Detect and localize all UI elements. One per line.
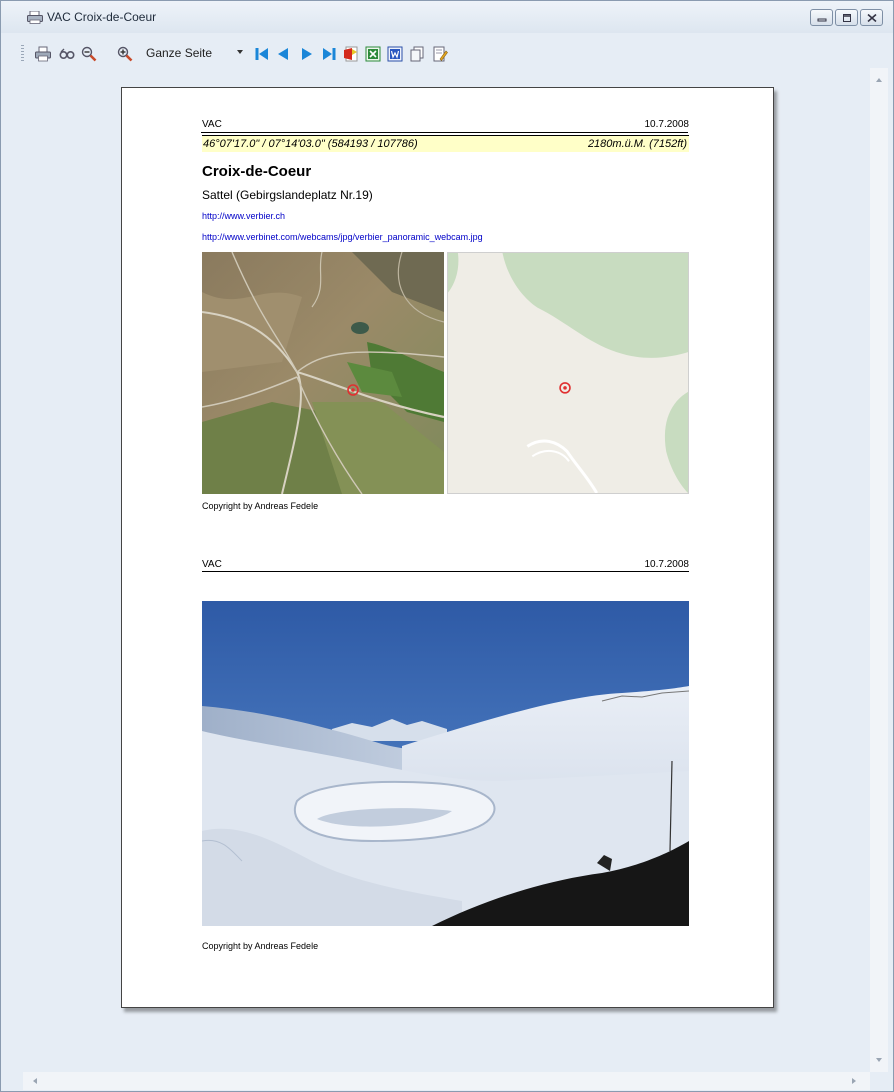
copy-icon[interactable] <box>409 46 425 62</box>
aerial-photo <box>202 252 444 494</box>
scroll-up-icon[interactable] <box>876 78 882 82</box>
page2-header-rule <box>202 571 689 572</box>
page-subtitle: Sattel (Gebirgslandeplatz Nr.19) <box>202 188 373 202</box>
minimize-icon <box>817 18 827 22</box>
pdf-export-icon[interactable] <box>343 46 359 62</box>
location-map <box>447 252 689 494</box>
page2-header-left: VAC <box>202 559 222 570</box>
printer-icon <box>27 11 43 24</box>
scroll-down-icon[interactable] <box>876 1058 882 1062</box>
horizontal-scrollbar[interactable] <box>23 1072 870 1090</box>
title-bar[interactable]: VAC Croix-de-Coeur <box>1 1 893 33</box>
page1-header-rule <box>201 132 688 133</box>
page2-header: VAC 10.7.2008 <box>202 556 689 572</box>
maximize-button[interactable] <box>835 9 858 26</box>
webcam-link[interactable]: http://www.verbinet.com/webcams/jpg/verb… <box>202 232 483 242</box>
elevation: 2180m.ü.M. (7152ft) <box>587 138 687 150</box>
copyright-2: Copyright by Andreas Fedele <box>202 941 319 951</box>
close-button[interactable] <box>860 9 883 26</box>
scroll-right-icon[interactable] <box>852 1078 856 1084</box>
first-page-icon[interactable] <box>254 46 270 62</box>
zoom-out-icon[interactable] <box>81 46 97 62</box>
report-page: VAC 10.7.2008 46°07'17.0" / 07°14'03.0" … <box>121 87 774 1008</box>
landscape-photo <box>202 601 689 926</box>
print-icon[interactable] <box>35 46 51 62</box>
page1-header-date: 10.7.2008 <box>644 119 690 130</box>
next-page-icon[interactable] <box>299 46 315 62</box>
scroll-left-icon[interactable] <box>33 1078 37 1084</box>
zoom-in-icon[interactable] <box>117 46 133 62</box>
previous-page-icon[interactable] <box>275 46 291 62</box>
website-link[interactable]: http://www.verbier.ch <box>202 211 285 221</box>
coordinates-bar: 46°07'17.0" / 07°14'03.0" (584193 / 1077… <box>202 135 689 152</box>
toolbar-grip[interactable] <box>21 45 24 61</box>
last-page-icon[interactable] <box>321 46 337 62</box>
zoom-dropdown[interactable]: Ganze Seite <box>146 44 212 62</box>
minimize-button[interactable] <box>810 9 833 26</box>
page-title: Croix-de-Coeur <box>202 163 312 180</box>
report-preview-window: VAC Croix-de-Coeur Ganze Seite VAC 10.7.… <box>0 0 894 1092</box>
page1-header: VAC 10.7.2008 <box>202 116 689 132</box>
page2-header-date: 10.7.2008 <box>644 559 690 570</box>
word-export-icon[interactable] <box>387 46 403 62</box>
close-icon <box>867 14 877 22</box>
coordinates: 46°07'17.0" / 07°14'03.0" (584193 / 1077… <box>203 138 418 150</box>
maximize-icon <box>843 14 851 22</box>
page1-header-left: VAC <box>202 119 222 130</box>
excel-export-icon[interactable] <box>365 46 381 62</box>
vertical-scrollbar[interactable] <box>870 68 888 1072</box>
chevron-down-icon[interactable] <box>237 50 243 54</box>
window-title: VAC Croix-de-Coeur <box>47 10 157 24</box>
copyright-1: Copyright by Andreas Fedele <box>202 501 319 511</box>
page-setup-icon[interactable] <box>59 46 75 62</box>
edit-icon[interactable] <box>432 46 448 62</box>
